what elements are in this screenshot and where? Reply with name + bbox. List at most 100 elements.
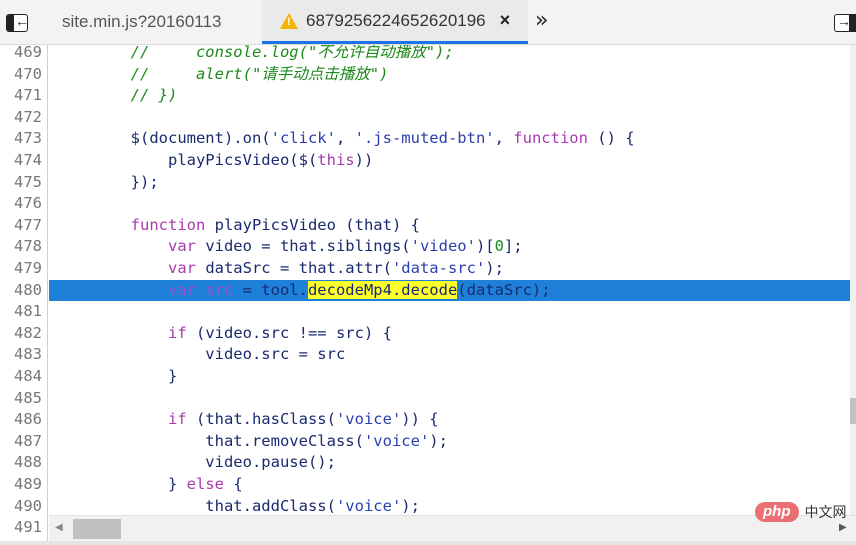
- code-token: var: [167, 259, 196, 277]
- code-editor[interactable]: 469 // console.log("不允许自动播放"); 470 // ale…: [0, 45, 856, 515]
- code-line[interactable]: 477 function playPicsVideo (that) {: [0, 215, 856, 237]
- code-text: });: [56, 172, 159, 194]
- line-number: 484: [14, 367, 42, 385]
- code-token: 'voice': [335, 410, 402, 429]
- code-line[interactable]: 481: [0, 301, 856, 323]
- code-text: }: [56, 366, 177, 388]
- code-text: } else {: [56, 474, 243, 496]
- toggle-navigator-button[interactable]: ←: [6, 14, 28, 32]
- code-line[interactable]: 478 var video = that.siblings('video')[0…: [0, 236, 856, 258]
- code-token: function: [513, 129, 588, 148]
- line-number: 489: [14, 475, 42, 493]
- code-text: // alert("请手动点击播放"): [56, 64, 389, 86]
- code-line[interactable]: 485: [0, 388, 856, 410]
- bottom-border: [0, 541, 856, 545]
- more-tabs-icon[interactable]: »: [535, 8, 548, 33]
- code-line[interactable]: 479 var dataSrc = that.attr('data-src');: [0, 258, 856, 280]
- code-token: if: [167, 410, 187, 429]
- code-token: 'voice': [335, 496, 402, 515]
- code-line[interactable]: 484 }: [0, 366, 856, 388]
- tab-site-min-js[interactable]: site.min.js?20160113: [44, 0, 262, 44]
- code-token: 'voice': [363, 431, 430, 450]
- line-number: 491: [14, 518, 42, 536]
- line-number: 486: [14, 410, 42, 429]
- code-token: var: [167, 237, 196, 256]
- code-line[interactable]: 488 video.pause();: [0, 452, 856, 474]
- code-text: if (that.hasClass('voice')) {: [56, 409, 439, 431]
- code-token: ,: [335, 129, 355, 148]
- line-number: 477: [14, 215, 42, 234]
- horizontal-scrollbar-thumb[interactable]: [73, 519, 121, 539]
- code-token: playPicsVideo (that) {: [205, 215, 420, 234]
- code-token: 'data-src': [391, 259, 486, 277]
- code-line[interactable]: 469 // console.log("不允许自动播放");: [0, 45, 856, 64]
- code-token: = tool.: [233, 280, 308, 299]
- code-line[interactable]: 473 $(document).on('click', '.js-muted-b…: [0, 128, 856, 150]
- code-token: )[: [475, 237, 495, 256]
- code-token: () {: [587, 129, 635, 148]
- line-number: 474: [14, 151, 42, 169]
- code-text: function playPicsVideo (that) {: [56, 215, 420, 237]
- code-token: 'video': [410, 237, 476, 256]
- code-token: );: [429, 431, 448, 450]
- arrow-right-icon: →: [837, 14, 851, 29]
- code-token: video.src = src: [56, 345, 346, 364]
- code-text: playPicsVideo($(this)): [56, 150, 373, 172]
- code-token: 'click': [270, 129, 336, 148]
- vertical-scrollbar[interactable]: [850, 45, 856, 515]
- code-line[interactable]: 475 });: [0, 172, 856, 194]
- code-token: video.pause();: [56, 453, 336, 472]
- code-line[interactable]: 470 // alert("请手动点击播放"): [0, 64, 856, 86]
- code-line[interactable]: 490 that.addClass('voice');: [0, 496, 856, 515]
- code-text: $(document).on('click', '.js-muted-btn',…: [56, 128, 635, 150]
- code-token: {: [223, 475, 243, 493]
- code-token: )) {: [401, 410, 439, 429]
- code-line[interactable]: 474 playPicsVideo($(this)): [0, 150, 856, 172]
- vertical-scrollbar-thumb[interactable]: [850, 398, 856, 424]
- code-token: )): [354, 151, 374, 169]
- code-line[interactable]: 480 var src = tool.decodeMp4.decode(data…: [0, 279, 856, 302]
- line-number: 482: [14, 323, 42, 342]
- arrow-left-icon: ←: [15, 14, 28, 29]
- line-number: 485: [14, 388, 42, 407]
- code-line[interactable]: 483 video.src = src: [0, 344, 856, 366]
- line-number: 469: [14, 45, 42, 61]
- line-number: 480: [14, 280, 42, 299]
- code-line[interactable]: 482 if (video.src !== src) {: [0, 323, 856, 345]
- code-token: (video.src !== src) {: [186, 323, 392, 342]
- horizontal-scrollbar[interactable]: ◀ ▶: [49, 515, 856, 541]
- code-token: else: [186, 475, 224, 493]
- toggle-debugger-button[interactable]: →: [834, 14, 856, 32]
- code-line[interactable]: 486 if (that.hasClass('voice')) {: [0, 409, 856, 431]
- code-line[interactable]: 489 } else {: [0, 474, 856, 496]
- code-token: that.removeClass(: [56, 431, 364, 450]
- tab-bar: ← site.min.js?20160113 ! 687925622465262…: [0, 0, 856, 45]
- code-token: function: [130, 215, 206, 234]
- code-line[interactable]: 487 that.removeClass('voice');: [0, 431, 856, 453]
- code-token: var: [167, 280, 196, 299]
- close-icon[interactable]: ×: [500, 10, 511, 31]
- code-text: // console.log("不允许自动播放");: [56, 45, 454, 64]
- code-line[interactable]: 471 // }): [0, 85, 856, 107]
- code-token: });: [56, 172, 159, 191]
- line-number: 478: [14, 237, 42, 256]
- code-token: // }): [56, 86, 178, 105]
- line-number: 475: [14, 172, 42, 191]
- code-token: );: [401, 496, 420, 515]
- scroll-left-icon[interactable]: ◀: [55, 522, 63, 533]
- code-token: }: [56, 475, 187, 493]
- watermark-text: 中文网: [804, 505, 847, 521]
- scroll-right-icon[interactable]: ▶: [839, 522, 847, 533]
- code-line[interactable]: 472: [0, 107, 856, 129]
- line-number: 470: [14, 64, 42, 83]
- code-text: // }): [56, 85, 178, 107]
- code-token: dataSrc = that.attr(: [195, 259, 392, 277]
- code-line[interactable]: 476: [0, 193, 856, 215]
- code-token: (that.hasClass(: [186, 410, 336, 429]
- tab-active-source[interactable]: ! 6879256224652620196 ×: [262, 0, 528, 44]
